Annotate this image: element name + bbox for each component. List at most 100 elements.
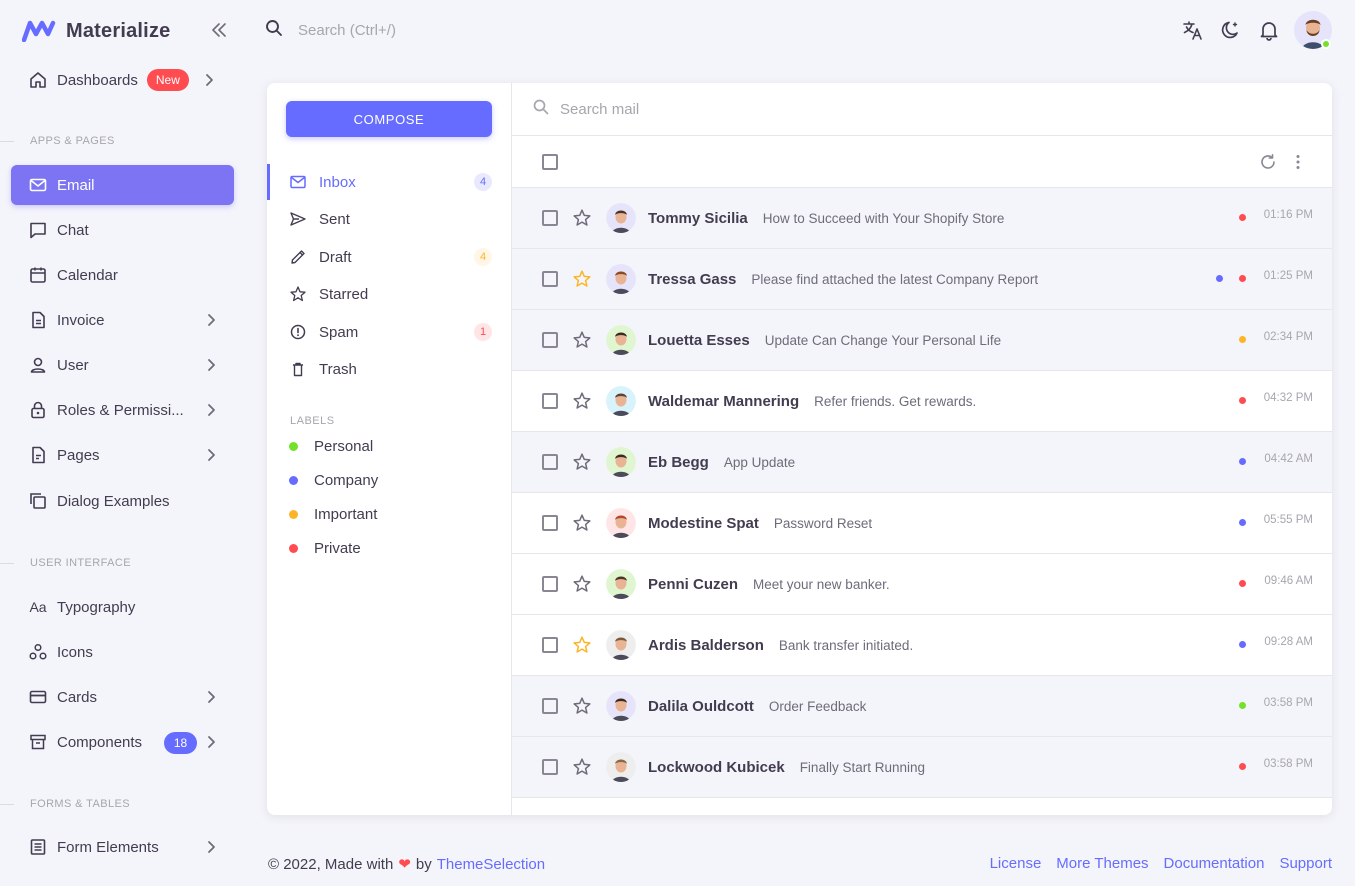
chevron-right-icon	[202, 688, 220, 706]
email-subject: Bank transfer initiated.	[778, 637, 914, 653]
email-row[interactable]: Modestine Spat Password Reset 05:55 PM	[512, 493, 1332, 554]
email-label-dot	[1239, 397, 1246, 404]
sidebar-item-label: Cards	[57, 688, 98, 706]
global-search-input[interactable]: Search (Ctrl+/)	[298, 22, 396, 39]
email-row[interactable]: Louetta Esses Update Can Change Your Pers…	[512, 310, 1332, 371]
sidebar-item-icons[interactable]: Icons	[11, 632, 234, 672]
sidebar-item-typography[interactable]: Aa Typography	[11, 587, 234, 627]
bell-icon[interactable]	[1257, 18, 1281, 42]
sidebar-item-user[interactable]: User	[11, 345, 234, 385]
support-link[interactable]: Support	[1279, 855, 1332, 872]
folder-label: Starred	[319, 285, 369, 303]
folder-starred[interactable]: Starred	[267, 276, 511, 312]
sidebar-item-invoice[interactable]: Invoice	[11, 300, 234, 340]
sidebar-item-dashboards[interactable]: Dashboards New	[11, 60, 234, 100]
email-checkbox[interactable]	[542, 698, 558, 714]
inbox-count: 4	[474, 173, 492, 191]
email-time: 04:42 AM	[1264, 453, 1313, 465]
translate-icon[interactable]	[1181, 18, 1205, 42]
email-time: 01:25 PM	[1263, 270, 1313, 282]
email-sender: Modestine Spat	[648, 514, 759, 532]
mail-search[interactable]: Search mail	[512, 83, 1332, 136]
sidebar-item-dialog-examples[interactable]: Dialog Examples	[11, 481, 234, 521]
email-checkbox[interactable]	[542, 393, 558, 409]
email-checkbox[interactable]	[542, 515, 558, 531]
email-labels	[1223, 397, 1246, 404]
sidebar-item-cards[interactable]: Cards	[11, 677, 234, 717]
email-row[interactable]: Lockwood Kubicek Finally Start Running 03:…	[512, 737, 1332, 798]
email-labels	[1223, 458, 1246, 465]
sidebar-item-form-elements[interactable]: Form Elements	[11, 827, 234, 867]
star-icon[interactable]	[572, 269, 592, 289]
folder-trash[interactable]: Trash	[267, 351, 511, 387]
email-checkbox[interactable]	[542, 454, 558, 470]
email-sender: Tommy Sicilia	[648, 209, 748, 227]
mail-search-input[interactable]: Search mail	[560, 101, 639, 118]
compose-button[interactable]: COMPOSE	[286, 101, 492, 137]
star-icon[interactable]	[572, 452, 592, 472]
star-icon[interactable]	[572, 696, 592, 716]
sidebar-item-pages[interactable]: Pages	[11, 435, 234, 475]
email-row[interactable]: Dalila Ouldcott Order Feedback 03:58 PM	[512, 676, 1332, 737]
email-row[interactable]: Waldemar Mannering Refer friends. Get rew…	[512, 371, 1332, 432]
labels-heading: LABELS	[290, 415, 335, 427]
folder-draft[interactable]: Draft 4	[267, 239, 511, 275]
license-link[interactable]: License	[990, 855, 1042, 872]
star-icon[interactable]	[572, 513, 592, 533]
lock-icon	[27, 399, 49, 421]
sidebar-item-label: Dialog Examples	[57, 492, 170, 510]
global-search[interactable]: Search (Ctrl+/)	[264, 18, 396, 42]
email-label-dot	[1216, 275, 1223, 282]
star-icon[interactable]	[572, 574, 592, 594]
label-dot	[289, 475, 298, 485]
sender-avatar	[606, 569, 636, 599]
sidebar-item-components[interactable]: Components 18	[11, 722, 234, 762]
sender-avatar	[606, 691, 636, 721]
brand[interactable]: Materialize	[22, 16, 170, 46]
folder-spam[interactable]: Spam 1	[267, 314, 511, 350]
sidebar-item-calendar[interactable]: Calendar	[11, 255, 234, 295]
email-checkbox[interactable]	[542, 637, 558, 653]
sidebar-item-label: Form Elements	[57, 838, 159, 856]
label-private[interactable]: Private	[289, 536, 361, 560]
email-checkbox[interactable]	[542, 332, 558, 348]
star-icon[interactable]	[572, 391, 592, 411]
moon-icon[interactable]	[1219, 18, 1243, 42]
email-checkbox[interactable]	[542, 576, 558, 592]
footer-copyright: © 2022, Made with ❤ by ThemeSelection	[268, 855, 545, 874]
star-icon[interactable]	[572, 757, 592, 777]
email-labels	[1223, 336, 1246, 343]
email-row[interactable]: Ardis Balderson Bank transfer initiated. 0…	[512, 615, 1332, 676]
star-icon[interactable]	[572, 330, 592, 350]
folder-sent[interactable]: Sent	[267, 201, 511, 237]
folder-inbox[interactable]: Inbox 4	[267, 164, 511, 200]
select-all-checkbox[interactable]	[542, 154, 558, 170]
email-row[interactable]: Penni Cuzen Meet your new banker. 09:46 AM	[512, 554, 1332, 615]
sidebar-item-roles-permissions[interactable]: Roles & Permissi...	[11, 390, 234, 430]
email-row[interactable]: Tressa Gass Please find attached the late…	[512, 249, 1332, 310]
email-checkbox[interactable]	[542, 210, 558, 226]
sidebar-item-email[interactable]: Email	[11, 165, 234, 205]
collapse-sidebar-icon[interactable]	[208, 20, 230, 40]
trash-icon	[289, 360, 307, 378]
documentation-link[interactable]: Documentation	[1164, 855, 1265, 872]
email-row[interactable]: Tommy Sicilia How to Succeed with Your Sh…	[512, 188, 1332, 249]
components-icon	[27, 731, 49, 753]
refresh-icon[interactable]	[1258, 152, 1278, 172]
star-icon[interactable]	[572, 635, 592, 655]
star-icon[interactable]	[572, 208, 592, 228]
label-company[interactable]: Company	[289, 468, 378, 492]
sidebar-item-chat[interactable]: Chat	[11, 210, 234, 250]
email-checkbox[interactable]	[542, 759, 558, 775]
label-important[interactable]: Important	[289, 502, 377, 526]
mail-icon	[27, 174, 49, 196]
email-row[interactable]: Eb Begg App Update 04:42 AM	[512, 432, 1332, 493]
email-time: 03:58 PM	[1263, 758, 1313, 770]
chevron-right-icon	[202, 733, 220, 751]
more-themes-link[interactable]: More Themes	[1056, 855, 1148, 872]
email-label-dot	[1239, 214, 1246, 221]
more-vertical-icon[interactable]	[1288, 152, 1308, 172]
label-personal[interactable]: Personal	[289, 434, 373, 458]
email-checkbox[interactable]	[542, 271, 558, 287]
themeselection-link[interactable]: ThemeSelection	[437, 856, 545, 873]
